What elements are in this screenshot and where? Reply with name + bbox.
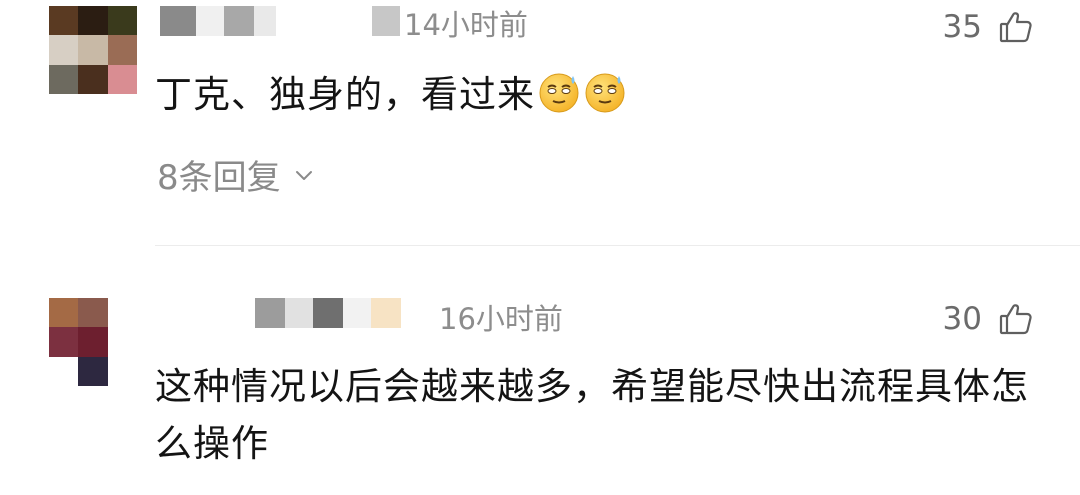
username-mosaic[interactable] bbox=[160, 6, 400, 36]
avatar-mosaic-cell bbox=[78, 6, 108, 36]
thumbs-up-icon bbox=[998, 9, 1034, 45]
avatar-mosaic-cell bbox=[78, 327, 108, 357]
avatar-mosaic-cell bbox=[49, 327, 79, 357]
avatar-mosaic-cell bbox=[107, 64, 137, 94]
avatar[interactable] bbox=[49, 6, 137, 94]
comment-timestamp: 16小时前 bbox=[439, 302, 563, 336]
like-button[interactable]: 30 bbox=[943, 301, 1034, 337]
avatar-mosaic-cell bbox=[78, 35, 108, 65]
avatar-mosaic-cell bbox=[107, 356, 137, 386]
avatar[interactable] bbox=[49, 298, 137, 386]
chevron-down-icon bbox=[281, 155, 315, 195]
username-mosaic[interactable] bbox=[255, 298, 401, 328]
comment-text: 丁克、独身的，看过来 bbox=[155, 66, 1035, 123]
avatar-mosaic-cell bbox=[107, 35, 137, 65]
avatar-mosaic-cell bbox=[107, 327, 137, 357]
avatar-mosaic-cell bbox=[78, 298, 108, 328]
like-button[interactable]: 35 bbox=[943, 9, 1034, 45]
comment-text-content: 丁克、独身的，看过来 bbox=[155, 73, 535, 116]
avatar-mosaic-cell bbox=[49, 298, 79, 328]
like-count: 35 bbox=[942, 8, 982, 45]
comment-item: 16小时前 30 这种情况以后会越来越多，希望能尽快出流程具体怎么操作 bbox=[0, 248, 1080, 495]
sweat-smile-emoji-icon bbox=[583, 70, 627, 114]
divider bbox=[155, 245, 1080, 246]
avatar-mosaic-cell bbox=[78, 64, 108, 94]
comment-timestamp: 14小时前 bbox=[404, 8, 528, 42]
avatar-mosaic-cell bbox=[49, 64, 79, 94]
avatar-mosaic-cell bbox=[107, 6, 137, 36]
thumbs-up-icon bbox=[998, 301, 1034, 337]
replies-label: 8条回复 bbox=[157, 158, 281, 198]
avatar-mosaic-cell bbox=[49, 6, 79, 36]
sweat-smile-emoji-icon bbox=[537, 70, 581, 114]
avatar-mosaic-cell bbox=[49, 356, 79, 386]
avatar-mosaic-cell bbox=[107, 298, 137, 328]
comment-item: 14小时前 35 丁克、独身的，看过来 8条回复 bbox=[0, 0, 1080, 248]
avatar-mosaic-cell bbox=[78, 356, 108, 386]
like-count: 30 bbox=[942, 300, 982, 337]
avatar-mosaic-cell bbox=[49, 35, 79, 65]
view-replies-button[interactable]: 8条回复 bbox=[157, 150, 315, 199]
comment-text: 这种情况以后会越来越多，希望能尽快出流程具体怎么操作 bbox=[155, 365, 1029, 465]
